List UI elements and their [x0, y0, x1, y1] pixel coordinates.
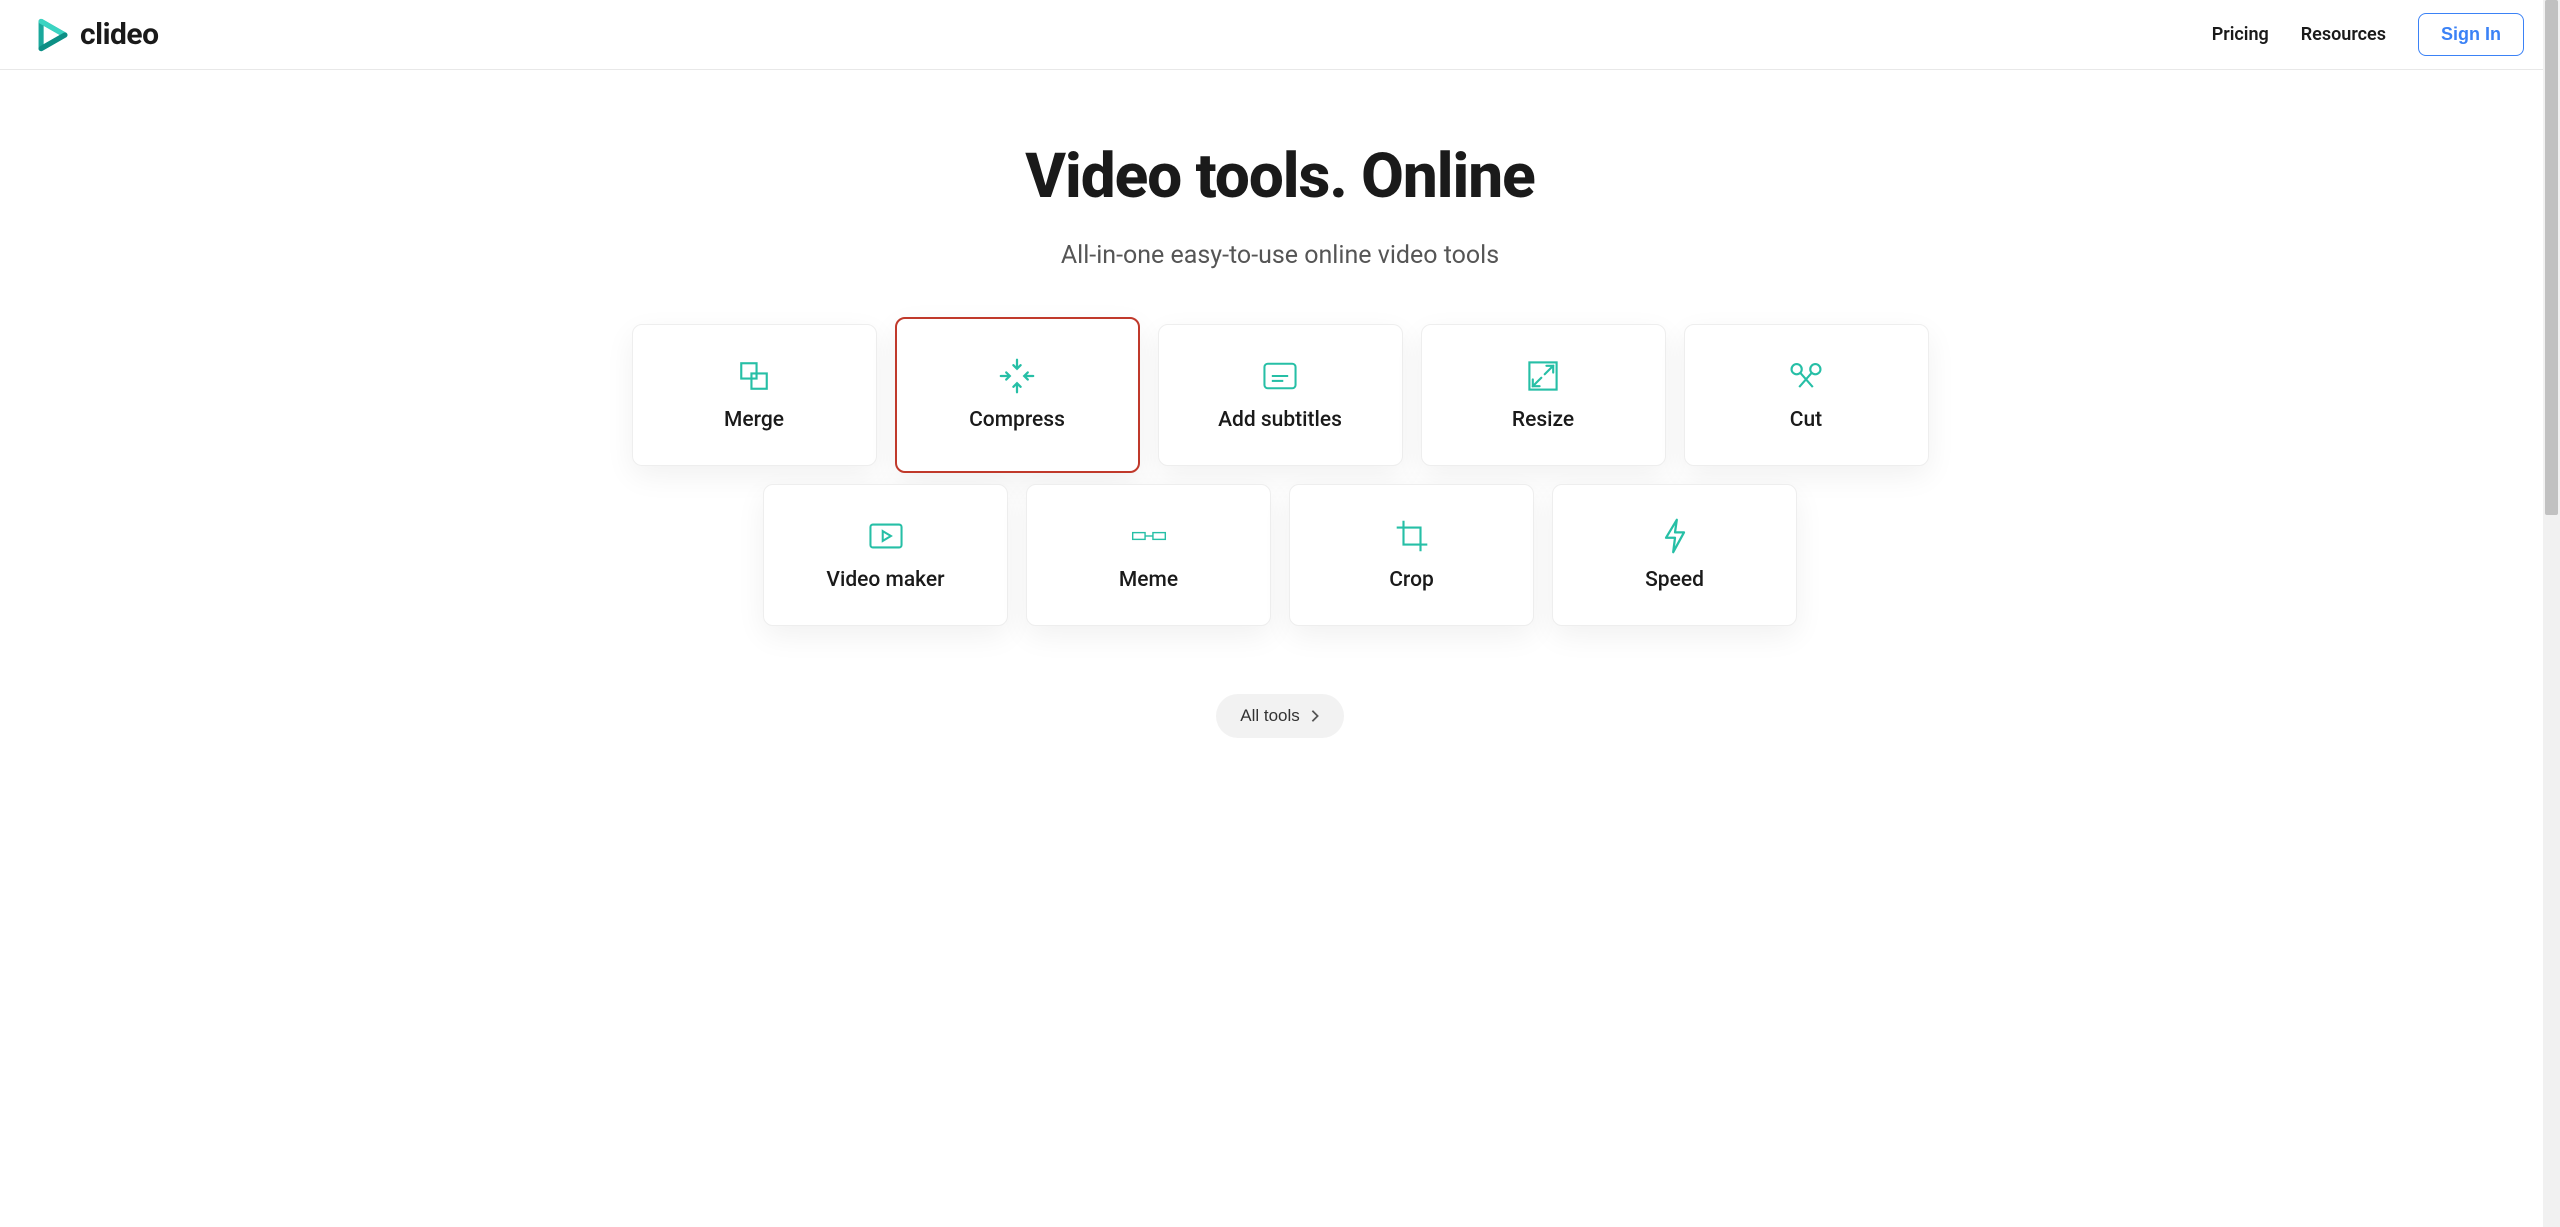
- crop-icon: [1394, 518, 1430, 554]
- nav-resources[interactable]: Resources: [2301, 24, 2386, 45]
- logo-text: clideo: [80, 17, 159, 52]
- all-tools-label: All tools: [1240, 706, 1300, 726]
- tool-label: Add subtitles: [1218, 408, 1342, 432]
- tool-resize[interactable]: Resize: [1421, 324, 1666, 466]
- tool-label: Compress: [969, 408, 1065, 432]
- signin-button[interactable]: Sign In: [2418, 13, 2524, 56]
- tool-speed[interactable]: Speed: [1552, 484, 1797, 626]
- nav-pricing[interactable]: Pricing: [2212, 24, 2269, 45]
- tool-compress[interactable]: Compress: [895, 317, 1140, 473]
- tool-label: Cut: [1790, 408, 1822, 432]
- tool-video-maker[interactable]: Video maker: [763, 484, 1008, 626]
- cut-icon: [1788, 358, 1824, 394]
- tools-row-1: Merge Compress Add subtitles: [630, 324, 1930, 466]
- videomaker-icon: [868, 518, 904, 554]
- tool-crop[interactable]: Crop: [1289, 484, 1534, 626]
- tool-label: Crop: [1389, 568, 1434, 592]
- speed-icon: [1657, 518, 1693, 554]
- tool-label: Meme: [1119, 568, 1178, 592]
- logo[interactable]: clideo: [36, 17, 159, 52]
- compress-icon: [999, 358, 1035, 394]
- tool-cut[interactable]: Cut: [1684, 324, 1929, 466]
- meme-icon: [1131, 518, 1167, 554]
- page-subtitle: All-in-one easy-to-use online video tool…: [630, 241, 1930, 270]
- tool-label: Speed: [1645, 568, 1704, 592]
- nav: Pricing Resources Sign In: [2212, 13, 2524, 56]
- scrollbar-thumb[interactable]: [2545, 0, 2558, 515]
- page-title: Video tools. Online: [630, 140, 1930, 213]
- tool-meme[interactable]: Meme: [1026, 484, 1271, 626]
- tool-label: Video maker: [826, 568, 944, 592]
- logo-play-icon: [36, 18, 70, 52]
- tool-label: Resize: [1512, 408, 1574, 432]
- tool-add-subtitles[interactable]: Add subtitles: [1158, 324, 1403, 466]
- subtitles-icon: [1262, 358, 1298, 394]
- merge-icon: [736, 358, 772, 394]
- all-tools-button[interactable]: All tools: [1216, 694, 1344, 738]
- resize-icon: [1525, 358, 1561, 394]
- tools-row-2: Video maker Meme Crop: [630, 484, 1930, 626]
- header: clideo Pricing Resources Sign In: [0, 0, 2560, 70]
- main: Video tools. Online All-in-one easy-to-u…: [610, 70, 1950, 778]
- chevron-right-icon: [1310, 709, 1320, 723]
- scrollbar[interactable]: [2543, 0, 2560, 1227]
- tool-label: Merge: [724, 408, 784, 432]
- tool-merge[interactable]: Merge: [632, 324, 877, 466]
